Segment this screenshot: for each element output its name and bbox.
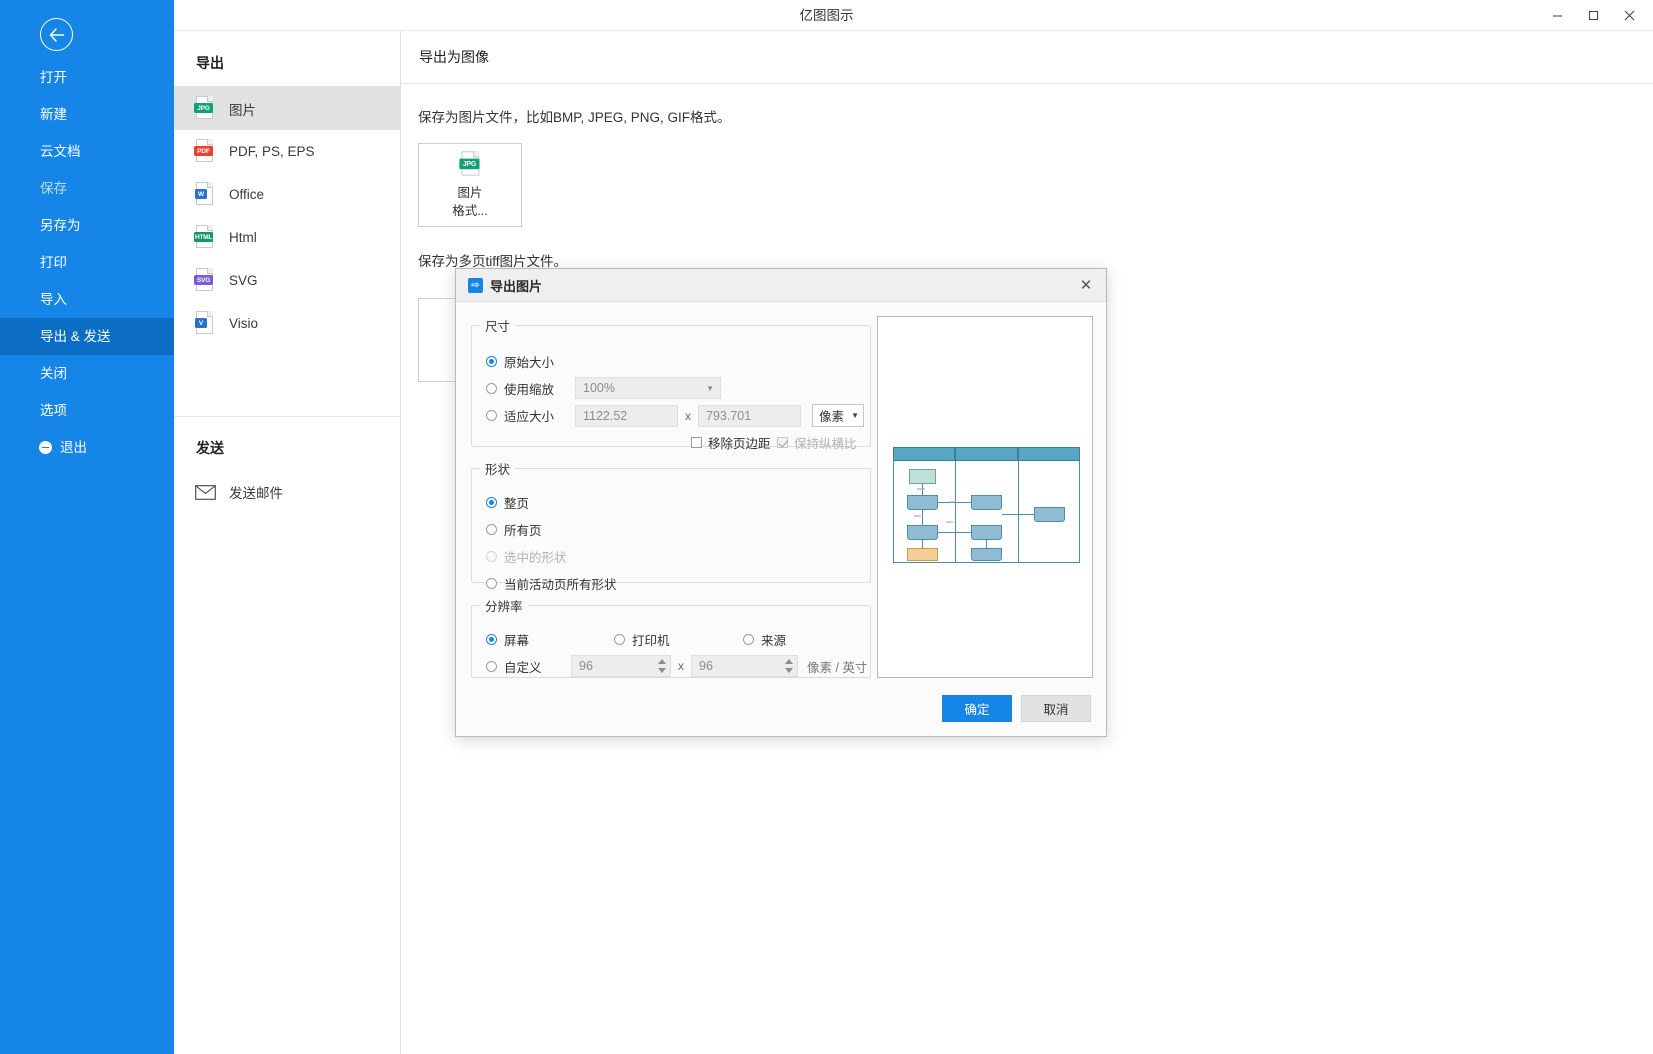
selected-shapes-label: 选中的形状	[504, 551, 567, 565]
size-group-legend: 尺寸	[485, 320, 511, 334]
preview-node-6	[907, 548, 938, 561]
fit-width-input[interactable]: 1122.52	[575, 404, 678, 427]
source-label: 来源	[761, 634, 787, 648]
preview-connector-3	[922, 510, 923, 525]
original-size-label: 原始大小	[504, 356, 555, 370]
shape-option-whole-page[interactable]: 整页	[486, 493, 529, 512]
lane-divider-2	[1018, 461, 1019, 563]
fit-size-option[interactable]: 适应大小	[486, 406, 554, 425]
preview-node-7	[971, 548, 1002, 561]
preview-diagram	[893, 447, 1080, 563]
screen-label: 屏幕	[504, 634, 530, 648]
dialog-title-bar: ⇨ 导出图片 ✕	[456, 269, 1106, 302]
preview-connector-7	[986, 540, 987, 548]
all-pages-label: 所有页	[504, 524, 542, 538]
shape-option-all-pages[interactable]: 所有页	[486, 520, 542, 539]
modal-overlay: ⇨ 导出图片 ✕ 尺寸 原始大小 使用缩放 100% ▼ 适应大小 1122.5…	[0, 0, 1653, 1054]
active-page-shapes-label: 当前活动页所有形状	[504, 578, 617, 592]
keep-ratio-checkbox	[777, 437, 788, 448]
keep-ratio-label: 保持纵横比	[794, 437, 857, 451]
custom-dpi-y-stepper[interactable]: 96	[691, 655, 798, 677]
shape-group: 形状 整页 所有页 选中的形状 当前活动页所有形状	[471, 459, 871, 592]
screen-radio[interactable]	[486, 634, 497, 645]
preview-connector-5	[1002, 514, 1034, 515]
fit-size-label: 适应大小	[504, 410, 555, 424]
stepper-down-icon[interactable]	[658, 668, 666, 673]
preview-node-3	[907, 525, 938, 540]
preview-node-start	[909, 469, 936, 484]
fit-size-radio[interactable]	[486, 410, 497, 421]
dpi-unit-label: 像素 / 英寸	[807, 660, 868, 675]
preview-connector-4	[938, 532, 971, 533]
resolution-group: 分辨率 屏幕 打印机 来源 自定义 96 x 96 像素 / 英寸	[471, 596, 871, 678]
preview-node-5	[1034, 507, 1065, 522]
cancel-button[interactable]: 取消	[1021, 695, 1091, 722]
swimlane-header-2	[955, 447, 1018, 461]
dialog-buttons: 确定 取消	[942, 695, 1091, 722]
resolution-option-printer[interactable]: 打印机	[614, 630, 670, 649]
size-group: 尺寸 原始大小 使用缩放 100% ▼ 适应大小 1122.52 x 793.7…	[471, 316, 871, 451]
chevron-down-icon: ▼	[851, 411, 859, 420]
export-preview-pane	[877, 316, 1093, 678]
ok-button[interactable]: 确定	[942, 695, 1012, 722]
use-scale-label: 使用缩放	[504, 383, 555, 397]
printer-label: 打印机	[632, 634, 670, 648]
swimlane-header-3	[1018, 447, 1080, 461]
shape-option-selected-shapes: 选中的形状	[486, 547, 567, 566]
fit-size-fields: 1122.52 x 793.701 像素 ▼	[575, 404, 864, 427]
resolution-option-custom[interactable]: 自定义	[486, 657, 542, 676]
remove-margin-option[interactable]: 移除页边距	[691, 433, 771, 452]
printer-radio[interactable]	[614, 634, 625, 645]
remove-margin-label: 移除页边距	[708, 437, 771, 451]
fit-height-input[interactable]: 793.701	[698, 404, 801, 427]
shape-option-active-page-shapes[interactable]: 当前活动页所有形状	[486, 574, 617, 593]
original-size-radio[interactable]	[486, 356, 497, 367]
dimension-separator: x	[685, 408, 691, 423]
remove-margin-checkbox[interactable]	[691, 437, 702, 448]
preview-connector-6	[922, 540, 923, 548]
active-page-shapes-radio[interactable]	[486, 578, 497, 589]
swimlane-header-1	[893, 447, 955, 461]
selected-shapes-radio	[486, 551, 497, 562]
stepper-down-icon[interactable]	[785, 668, 793, 673]
dialog-title: 导出图片	[490, 278, 543, 294]
resolution-option-screen[interactable]: 屏幕	[486, 630, 529, 649]
preview-node-1	[907, 495, 938, 510]
use-scale-option[interactable]: 使用缩放	[486, 379, 554, 398]
unit-select[interactable]: 像素 ▼	[812, 404, 864, 427]
scale-percent-value: 100%	[583, 381, 615, 395]
lane-divider-1	[955, 461, 956, 563]
custom-label: 自定义	[504, 661, 542, 675]
preview-node-4	[971, 525, 1002, 540]
custom-radio[interactable]	[486, 661, 497, 672]
use-scale-radio[interactable]	[486, 383, 497, 394]
original-size-option[interactable]: 原始大小	[486, 352, 554, 371]
all-pages-radio[interactable]	[486, 524, 497, 535]
preview-label-4	[946, 521, 953, 523]
resolution-option-source[interactable]: 来源	[743, 630, 786, 649]
export-image-dialog: ⇨ 导出图片 ✕ 尺寸 原始大小 使用缩放 100% ▼ 适应大小 1122.5…	[455, 268, 1107, 737]
shape-group-legend: 形状	[485, 463, 511, 477]
preview-label-2	[949, 501, 956, 503]
custom-dpi-y-input[interactable]: 96	[691, 655, 798, 677]
whole-page-radio[interactable]	[486, 497, 497, 508]
whole-page-label: 整页	[504, 497, 530, 511]
custom-dpi-x-input[interactable]: 96	[571, 655, 671, 677]
keep-ratio-option: 保持纵横比	[777, 433, 857, 452]
close-icon[interactable]: ✕	[1072, 272, 1100, 298]
preview-node-2	[971, 495, 1002, 510]
stepper-up-icon[interactable]	[785, 659, 793, 664]
chevron-down-icon: ▼	[706, 383, 714, 393]
app-logo-icon: ⇨	[468, 277, 483, 293]
custom-dpi-x-stepper[interactable]: 96	[571, 655, 671, 677]
dimension-separator: x	[678, 659, 684, 673]
preview-label-1	[917, 488, 925, 490]
unit-value: 像素	[819, 410, 845, 424]
preview-label-3	[914, 515, 921, 517]
source-radio[interactable]	[743, 634, 754, 645]
stepper-up-icon[interactable]	[658, 659, 666, 664]
resolution-group-legend: 分辨率	[485, 600, 523, 614]
custom-resolution-fields: 96 x 96 像素 / 英寸	[571, 655, 867, 677]
scale-percent-select[interactable]: 100% ▼	[575, 377, 721, 399]
